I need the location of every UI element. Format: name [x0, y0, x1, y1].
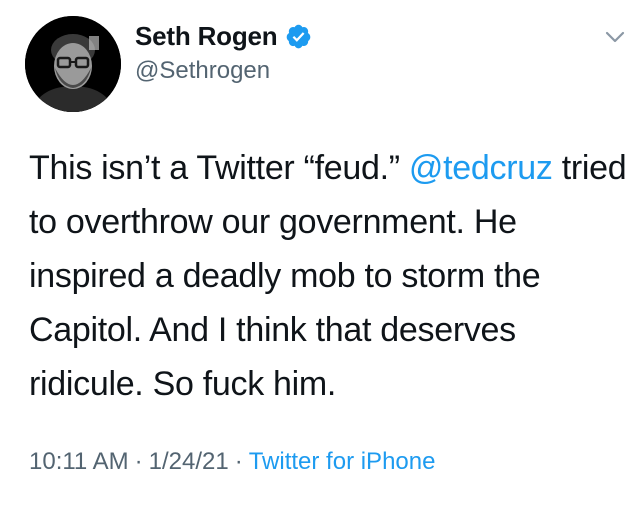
avatar[interactable] — [25, 16, 121, 112]
tweet-card: Seth Rogen @Sethrogen This isn’t a Twitt… — [0, 0, 640, 505]
mention-link[interactable]: @tedcruz — [409, 149, 553, 187]
meta-separator: · — [234, 448, 243, 475]
tweet-text: This isn’t a Twitter “feud.” @tedcruz tr… — [29, 141, 629, 411]
author-name-row: Seth Rogen — [135, 18, 312, 54]
tweet-source-link[interactable]: Twitter for iPhone — [249, 448, 436, 475]
tweet-meta: 10:11 AM · 1/24/21 · Twitter for iPhone — [29, 448, 435, 476]
tweet-text-part: tried to overthrow our government. He in… — [29, 149, 627, 403]
tweet-date[interactable]: 1/24/21 — [149, 448, 229, 475]
verified-badge-icon — [285, 23, 312, 50]
chevron-down-icon[interactable] — [600, 22, 630, 52]
author-handle[interactable]: @Sethrogen — [135, 57, 270, 85]
tweet-time[interactable]: 10:11 AM — [29, 448, 129, 475]
avatar-image — [25, 16, 121, 112]
meta-separator: · — [134, 448, 143, 475]
tweet-text-part: This isn’t a Twitter “feud.” — [29, 149, 409, 187]
author-name[interactable]: Seth Rogen — [135, 21, 278, 52]
